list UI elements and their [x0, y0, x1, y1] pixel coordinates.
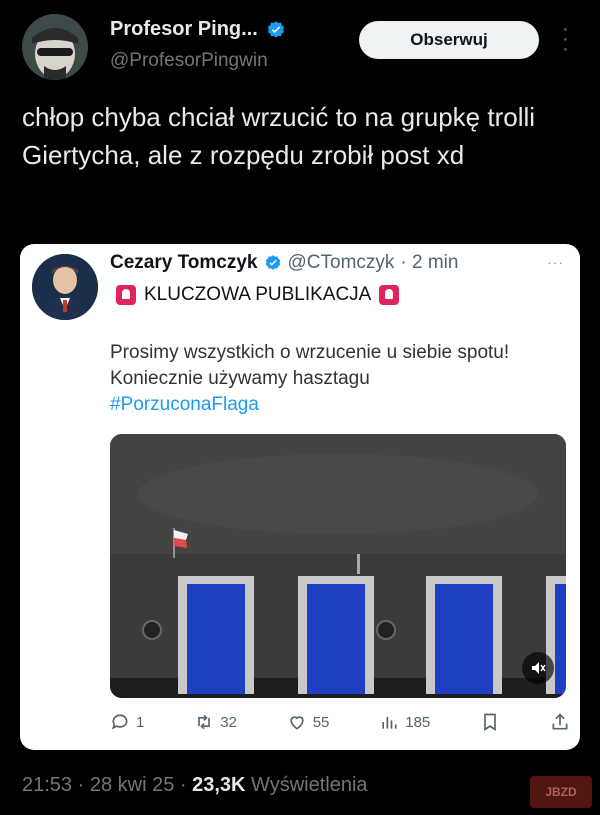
like-count: 55: [312, 713, 330, 731]
reply-button[interactable]: 1: [110, 712, 144, 732]
author-display-name[interactable]: Profesor Ping...: [110, 18, 258, 41]
views-chart-icon: [382, 717, 397, 729]
tweet-meta: 21:53 · 28 kwi 25 · 23,3K Wyświetlenia: [22, 774, 368, 797]
tweet-timestamp[interactable]: 21:53 · 28 kwi 25 ·: [22, 774, 187, 796]
quoted-handle[interactable]: @CTomczyk: [288, 252, 395, 274]
reply-icon: [112, 714, 128, 730]
video-media[interactable]: [110, 434, 566, 698]
hashtag-link[interactable]: #PorzuconaFlaga: [110, 392, 550, 418]
mute-icon[interactable]: [522, 652, 554, 684]
quoted-body-text: Prosimy wszystkich o wrzucenie u siebie …: [110, 342, 510, 389]
tweet-views-count: 23,3K: [192, 774, 246, 796]
podium-left: [178, 576, 254, 694]
retweet-count: 32: [220, 713, 237, 731]
verified-badge-icon: [267, 20, 284, 38]
podium-right: [426, 576, 502, 694]
quoted-time: · 2 min: [400, 252, 459, 273]
siren-icon-left: [116, 285, 136, 305]
retweet-button[interactable]: 32: [194, 712, 237, 732]
podium-center: [298, 576, 374, 694]
like-button[interactable]: 55: [287, 712, 330, 732]
tweet-text: chłop chyba chciał wrzucić to na grupkę …: [22, 102, 536, 170]
views-button[interactable]: 185: [379, 712, 430, 732]
author-handle[interactable]: @ProfesorPingwin: [110, 50, 268, 72]
quoted-body: Prosimy wszystkich o wrzucenie u siebie …: [110, 340, 550, 418]
siren-icon-right: [379, 285, 400, 305]
reply-count: 1: [136, 713, 145, 731]
quoted-avatar-image: [32, 254, 98, 320]
share-button[interactable]: [550, 712, 570, 732]
quoted-actions-bar: 1 32 55 185: [110, 712, 570, 732]
quoted-avatar[interactable]: [32, 254, 98, 320]
quoted-tweet-card[interactable]: Cezary Tomczyk @CTomczyk · 2 min ··· KLU…: [20, 244, 580, 750]
views-count: 185: [405, 713, 431, 731]
microphone-icon: [357, 554, 360, 574]
polish-flag-icon: [173, 528, 188, 558]
tweet-views-label: Wyświetlenia: [251, 774, 368, 796]
quoted-more-icon[interactable]: ···: [547, 254, 564, 270]
more-options-icon[interactable]: · · ·: [562, 19, 569, 59]
stage-light-left: [142, 620, 162, 640]
retweet-icon: [198, 714, 211, 730]
follow-button[interactable]: Obserwuj: [359, 21, 539, 59]
watermark-logo: JBZD: [530, 776, 592, 808]
stage-light-center: [376, 620, 396, 640]
quoted-verified-icon: [265, 255, 280, 270]
quoted-badge-text: KLUCZOWA PUBLIKACJA: [144, 284, 372, 305]
avatar-image: [22, 14, 88, 80]
bookmark-button[interactable]: [480, 712, 500, 732]
avatar[interactable]: [22, 14, 88, 80]
bookmark-icon: [484, 713, 496, 732]
heart-icon: [290, 716, 304, 730]
quoted-display-name[interactable]: Cezary Tomczyk: [110, 252, 258, 274]
share-icon: [552, 713, 568, 730]
speaker-muted-icon: [532, 662, 546, 674]
